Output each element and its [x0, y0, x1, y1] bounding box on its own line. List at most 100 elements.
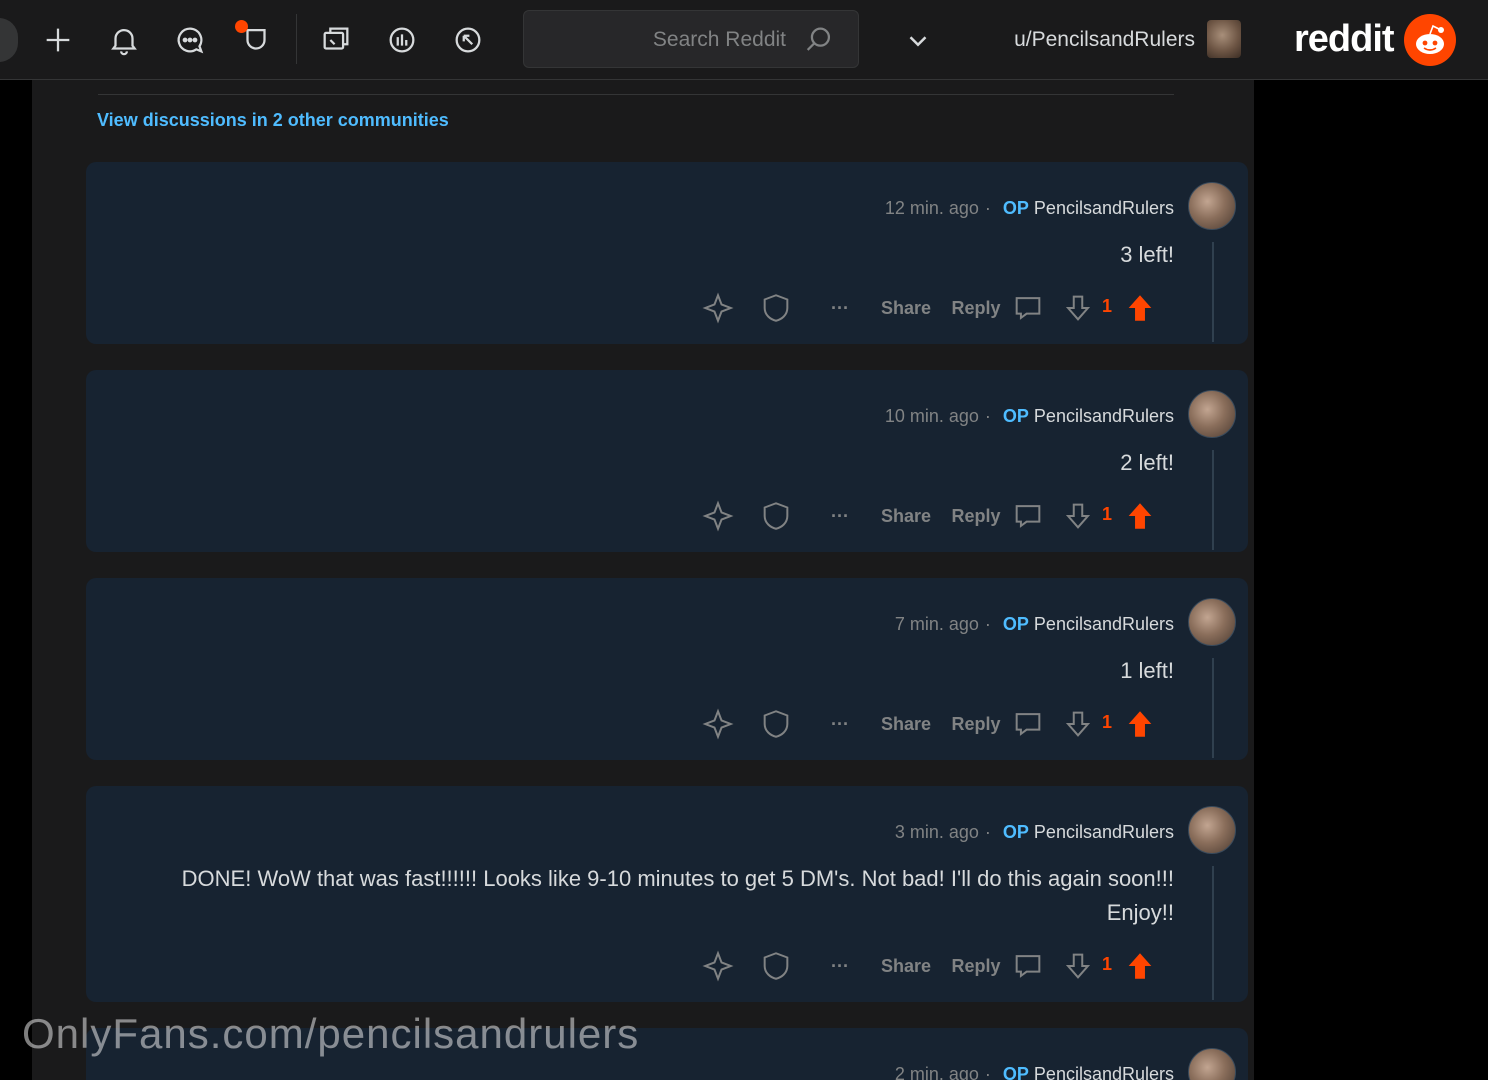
save-shield-icon[interactable]	[756, 496, 796, 536]
thread-line[interactable]	[1212, 450, 1214, 550]
edge-menu-button[interactable]	[0, 18, 18, 62]
coins-icon[interactable]	[314, 18, 358, 62]
meta-separator: ·	[984, 1064, 991, 1080]
username: u/PencilsandRulers	[1014, 28, 1195, 51]
comment-author[interactable]: PencilsandRulers	[1034, 614, 1174, 634]
comment-meta: 10 min. ago · OP PencilsandRulers	[885, 406, 1174, 427]
share-button[interactable]: Share	[874, 704, 938, 744]
award-icon[interactable]	[698, 288, 738, 328]
commenter-avatar[interactable]	[1188, 182, 1236, 230]
award-icon[interactable]	[698, 496, 738, 536]
comment-meta: 2 min. ago · OP PencilsandRulers	[895, 1064, 1174, 1080]
award-icon[interactable]	[698, 704, 738, 744]
comment-actions: ··· Share Reply 1	[698, 288, 1178, 328]
upvote-icon[interactable]	[1120, 946, 1160, 986]
reply-button[interactable]: Reply	[946, 704, 1006, 744]
comment-author[interactable]: PencilsandRulers	[1034, 198, 1174, 218]
comment-actions: ··· Share Reply 1	[698, 946, 1178, 986]
reply-bubble-icon[interactable]	[1008, 496, 1048, 536]
explore-icon[interactable]	[380, 18, 424, 62]
premium-notification-dot	[235, 20, 248, 33]
reddit-wordmark: reddit	[1294, 18, 1395, 60]
op-badge: OP	[1002, 406, 1029, 426]
search-icon	[802, 23, 836, 57]
save-shield-icon[interactable]	[756, 288, 796, 328]
view-other-discussions-link[interactable]: View discussions in 2 other communities	[97, 110, 449, 131]
reply-bubble-icon[interactable]	[1008, 704, 1048, 744]
notification-icon[interactable]	[102, 18, 146, 62]
popular-icon[interactable]	[446, 18, 490, 62]
downvote-icon[interactable]	[1058, 704, 1098, 744]
thread-line[interactable]	[1212, 242, 1214, 342]
reply-button[interactable]: Reply	[946, 496, 1006, 536]
thread-line[interactable]	[1212, 658, 1214, 758]
comment: 12 min. ago · OP PencilsandRulers 3 left! …	[86, 162, 1248, 344]
comment-meta: 12 min. ago · OP PencilsandRulers	[885, 198, 1174, 219]
share-button[interactable]: Share	[874, 946, 938, 986]
vote-score: 1	[1102, 296, 1113, 316]
downvote-icon[interactable]	[1058, 496, 1098, 536]
comment-author[interactable]: PencilsandRulers	[1034, 822, 1174, 842]
reply-button[interactable]: Reply	[946, 288, 1006, 328]
meta-separator: ·	[984, 614, 991, 634]
chat-icon[interactable]	[168, 18, 212, 62]
meta-separator: ·	[984, 406, 991, 426]
meta-separator: ·	[984, 822, 991, 842]
thread-line[interactable]	[1212, 866, 1214, 1000]
op-badge: OP	[1002, 614, 1029, 634]
reply-bubble-icon[interactable]	[1008, 288, 1048, 328]
comment-actions: ··· Share Reply 1	[698, 496, 1178, 536]
reddit-logo-icon	[1404, 14, 1456, 66]
upvote-icon[interactable]	[1120, 288, 1160, 328]
save-shield-icon[interactable]	[756, 704, 796, 744]
chevron-down-icon[interactable]	[903, 26, 933, 56]
upvote-icon[interactable]	[1120, 704, 1160, 744]
comment-body: 2 left!	[1120, 450, 1174, 475]
top-navigation-bar: Search Reddit u/PencilsandRulers reddit	[0, 0, 1488, 80]
comment-body: DONE! WoW that was fast!!!!!! Looks like…	[181, 866, 1174, 925]
vote-score: 1	[1102, 954, 1113, 974]
comment: 3 min. ago · OP PencilsandRulers DONE! WoW…	[86, 786, 1248, 1002]
share-button[interactable]: Share	[874, 288, 938, 328]
save-shield-icon[interactable]	[756, 946, 796, 986]
user-menu[interactable]: u/PencilsandRulers	[895, 14, 1255, 66]
commenter-avatar[interactable]	[1188, 390, 1236, 438]
comment-time: 7 min. ago	[894, 614, 979, 634]
comment-body: 1 left!	[1120, 658, 1174, 683]
comment-author[interactable]: PencilsandRulers	[1034, 406, 1174, 426]
comment-meta: 3 min. ago · OP PencilsandRulers	[895, 822, 1174, 843]
comment-time: 10 min. ago	[884, 406, 979, 426]
more-options-button[interactable]: ···	[816, 704, 864, 744]
comment-time: 12 min. ago	[884, 198, 979, 218]
downvote-icon[interactable]	[1058, 288, 1098, 328]
watermark-text: OnlyFans.com/pencilsandrulers	[22, 1010, 640, 1057]
create-icon[interactable]	[36, 18, 80, 62]
op-badge: OP	[1002, 198, 1029, 218]
comment-meta: 7 min. ago · OP PencilsandRulers	[895, 614, 1174, 635]
commenter-avatar[interactable]	[1188, 806, 1236, 854]
commenter-avatar[interactable]	[1188, 1048, 1236, 1080]
comment-author[interactable]: PencilsandRulers	[1034, 1064, 1174, 1080]
comment: 10 min. ago · OP PencilsandRulers 2 left! …	[86, 370, 1248, 552]
more-options-button[interactable]: ···	[816, 946, 864, 986]
more-options-button[interactable]: ···	[816, 288, 864, 328]
downvote-icon[interactable]	[1058, 946, 1098, 986]
op-badge: OP	[1002, 822, 1029, 842]
reply-button[interactable]: Reply	[946, 946, 1006, 986]
share-button[interactable]: Share	[874, 496, 938, 536]
toolbar-divider	[296, 14, 297, 64]
award-icon[interactable]	[698, 946, 738, 986]
comment-body: 3 left!	[1120, 242, 1174, 267]
upvote-icon[interactable]	[1120, 496, 1160, 536]
comment-actions: ··· Share Reply 1	[698, 704, 1178, 744]
commenter-avatar[interactable]	[1188, 598, 1236, 646]
search-bar[interactable]: Search Reddit	[523, 10, 859, 68]
search-placeholder: Search Reddit	[652, 28, 786, 51]
comment: 7 min. ago · OP PencilsandRulers 1 left! ·…	[86, 578, 1248, 760]
more-options-button[interactable]: ···	[816, 496, 864, 536]
reddit-home-link[interactable]: reddit	[1290, 14, 1460, 66]
meta-separator: ·	[984, 198, 991, 218]
reply-bubble-icon[interactable]	[1008, 946, 1048, 986]
vote-score: 1	[1102, 712, 1113, 732]
vote-score: 1	[1102, 504, 1113, 524]
